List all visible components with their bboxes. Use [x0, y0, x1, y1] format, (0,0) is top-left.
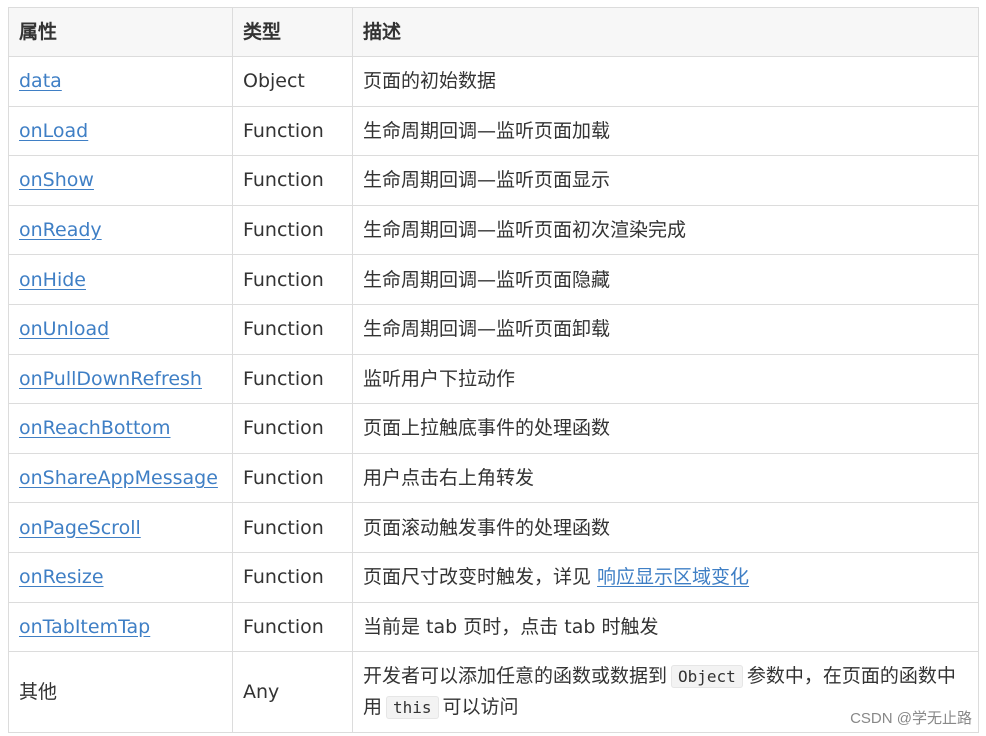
table-row: onTabItemTap Function 当前是 tab 页时，点击 tab … [8, 601, 979, 653]
desc-cell: 生命周期回调—监听页面卸载 [352, 303, 979, 355]
desc-cell: 页面上拉触底事件的处理函数 [352, 403, 979, 454]
inline-code-object: Object [671, 665, 743, 689]
desc-cell: 监听用户下拉动作 [352, 353, 979, 405]
desc-cell: 页面尺寸改变时触发，详见 响应显示区域变化 [352, 551, 979, 603]
table-row: onPullDownRefresh Function 监听用户下拉动作 [8, 353, 979, 405]
type-cell: Function [232, 105, 353, 157]
attr-cell: onShow [8, 155, 233, 206]
attr-link-onload[interactable]: onLoad [19, 120, 88, 142]
table-row: 其他 Any 开发者可以添加任意的函数或数据到 Object 参数中，在页面的函数中… [8, 651, 979, 734]
attr-cell: onTabItemTap [8, 601, 233, 653]
desc-cell: 页面滚动触发事件的处理函数 [352, 502, 979, 553]
type-cell: Function [232, 601, 353, 653]
type-cell: Object [232, 56, 353, 107]
table-row: onHide Function 生命周期回调—监听页面隐藏 [8, 254, 979, 305]
table-row: onPageScroll Function 页面滚动触发事件的处理函数 [8, 502, 979, 553]
page-properties-table: 属性 类型 描述 data Object 页面的初始数据 onLoad Func… [8, 7, 979, 734]
attr-link-onpagescroll[interactable]: onPageScroll [19, 517, 141, 539]
attr-cell: data [8, 56, 233, 107]
attr-link-onhide[interactable]: onHide [19, 269, 86, 291]
attr-cell: onPullDownRefresh [8, 353, 233, 405]
desc-cell: 生命周期回调—监听页面初次渲染完成 [352, 204, 979, 256]
type-cell: Function [232, 452, 353, 504]
attr-link-onready[interactable]: onReady [19, 219, 102, 241]
table-row: onReachBottom Function 页面上拉触底事件的处理函数 [8, 403, 979, 454]
desc-cell: 用户点击右上角转发 [352, 452, 979, 504]
attr-link-onshareappmessage[interactable]: onShareAppMessage [19, 467, 218, 489]
type-cell: Function [232, 403, 353, 454]
desc-cell: 生命周期回调—监听页面加载 [352, 105, 979, 157]
table-header-row: 属性 类型 描述 [8, 7, 979, 57]
resize-doc-link[interactable]: 响应显示区域变化 [597, 566, 749, 588]
type-cell: Function [232, 303, 353, 355]
table-row: onShow Function 生命周期回调—监听页面显示 [8, 155, 979, 206]
attr-cell: onPageScroll [8, 502, 233, 553]
attr-cell: onHide [8, 254, 233, 305]
attr-cell: 其他 [8, 651, 233, 734]
desc-cell: 生命周期回调—监听页面显示 [352, 155, 979, 206]
type-cell: Function [232, 353, 353, 405]
desc-cell: 页面的初始数据 [352, 56, 979, 107]
watermark: CSDN @学无止路 [850, 710, 972, 727]
attr-link-onreachbottom[interactable]: onReachBottom [19, 417, 171, 439]
attr-cell: onShareAppMessage [8, 452, 233, 504]
attr-cell: onReady [8, 204, 233, 256]
attr-link-onunload[interactable]: onUnload [19, 318, 109, 340]
type-cell: Any [232, 651, 353, 734]
table-row: onLoad Function 生命周期回调—监听页面加载 [8, 105, 979, 157]
type-cell: Function [232, 254, 353, 305]
attr-link-onpulldownrefresh[interactable]: onPullDownRefresh [19, 368, 202, 390]
table-row: onResize Function 页面尺寸改变时触发，详见 响应显示区域变化 [8, 551, 979, 603]
table-row: onShareAppMessage Function 用户点击右上角转发 [8, 452, 979, 504]
attr-link-data[interactable]: data [19, 70, 62, 92]
attr-cell: onResize [8, 551, 233, 603]
attr-link-onshow[interactable]: onShow [19, 169, 94, 191]
type-cell: Function [232, 155, 353, 206]
header-type: 类型 [232, 7, 353, 57]
attr-link-onresize[interactable]: onResize [19, 566, 104, 588]
desc-cell: 生命周期回调—监听页面隐藏 [352, 254, 979, 305]
header-description: 描述 [352, 7, 979, 57]
attr-cell: onUnload [8, 303, 233, 355]
desc-text: 页面尺寸改变时触发，详见 [363, 566, 598, 589]
desc-cell: 当前是 tab 页时，点击 tab 时触发 [352, 601, 979, 653]
attr-cell: onReachBottom [8, 403, 233, 454]
desc-text: 开发者可以添加任意的函数或数据到 [363, 665, 668, 688]
inline-code-this: this [386, 696, 439, 720]
attr-link-ontabitemtap[interactable]: onTabItemTap [19, 616, 150, 638]
desc-text: 可以访问 [442, 696, 519, 719]
type-cell: Function [232, 502, 353, 553]
table-row: onUnload Function 生命周期回调—监听页面卸载 [8, 303, 979, 355]
table-row: onReady Function 生命周期回调—监听页面初次渲染完成 [8, 204, 979, 256]
type-cell: Function [232, 551, 353, 603]
header-attribute: 属性 [8, 7, 233, 57]
attr-cell: onLoad [8, 105, 233, 157]
table-row: data Object 页面的初始数据 [8, 56, 979, 107]
type-cell: Function [232, 204, 353, 256]
